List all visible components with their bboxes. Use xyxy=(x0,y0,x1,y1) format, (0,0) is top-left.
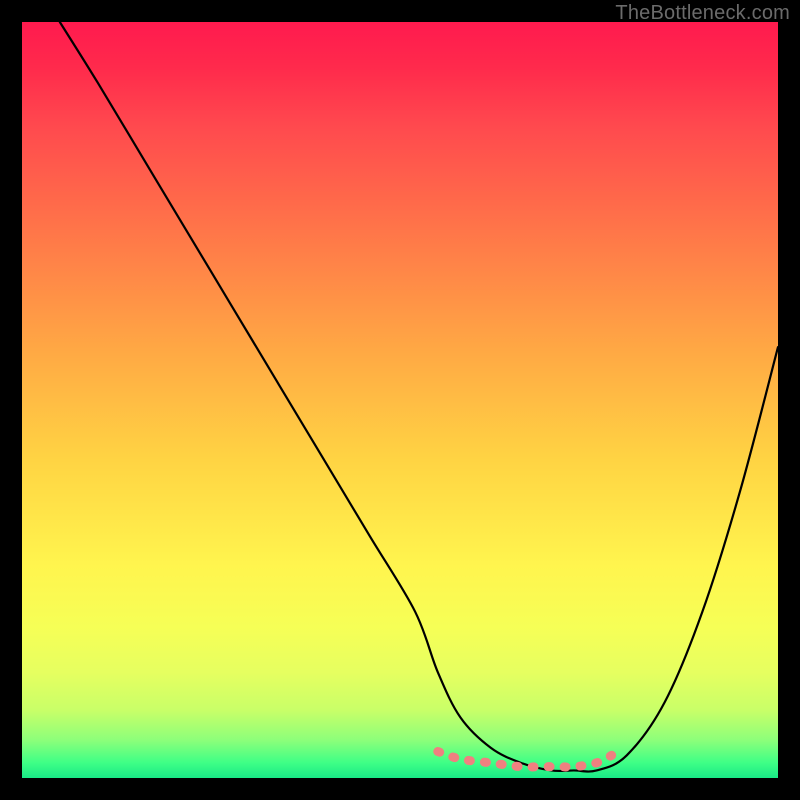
watermark-text: TheBottleneck.com xyxy=(615,2,790,25)
bottleneck-curve xyxy=(60,22,778,772)
plot-area xyxy=(22,22,778,778)
curve-layer xyxy=(22,22,778,778)
chart-stage: TheBottleneck.com xyxy=(0,0,800,800)
